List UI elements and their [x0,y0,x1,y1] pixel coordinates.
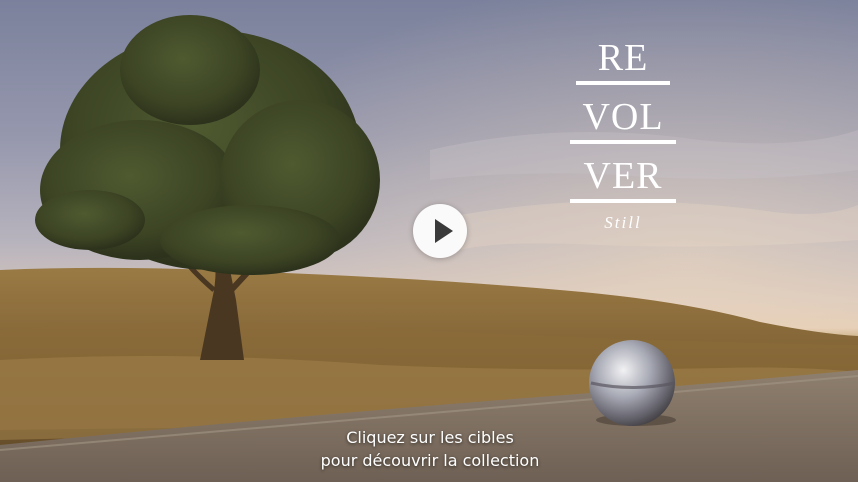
play-icon [435,219,453,243]
logo-divider [576,81,670,85]
logo-line-ver: VER [583,155,663,197]
logo-divider [570,199,676,203]
logo-subtitle: Still [604,213,642,232]
revolver-logo[interactable]: RE VOL VER Still [570,36,676,233]
logo-line-re: RE [597,37,649,79]
caption-line-1: Cliquez sur les cibles [346,428,514,447]
logo-divider [570,140,676,144]
caption-line-2: pour découvrir la collection [320,451,540,470]
hero-video-poster[interactable]: RE VOL VER Still Cliquez sur les cibles … [0,0,858,482]
hotspot-caption: Cliquez sur les cibles pour découvrir la… [240,426,620,472]
play-video-button[interactable] [413,204,467,258]
logo-line-vol: VOL [582,96,664,138]
